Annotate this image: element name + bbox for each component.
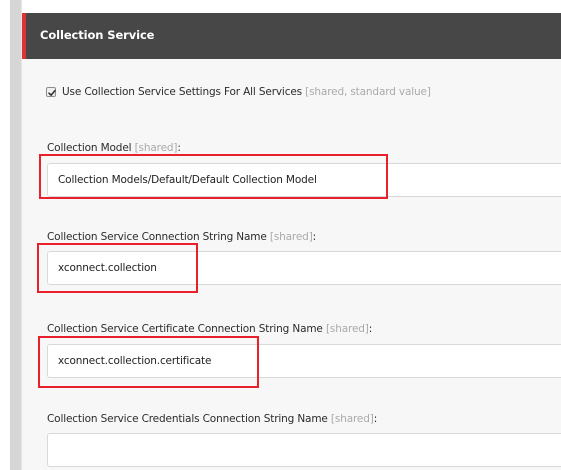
certificate-connection-string-label-row: Collection Service Certificate Connectio… xyxy=(47,317,372,336)
credentials-connection-string-input[interactable] xyxy=(47,433,561,467)
collection-service-section: Collection Service Use Collection Servic… xyxy=(22,13,561,470)
use-collection-settings-row[interactable]: Use Collection Service Settings For All … xyxy=(46,86,431,98)
connection-string-label-row: Collection Service Connection String Nam… xyxy=(47,225,316,244)
section-header[interactable]: Collection Service xyxy=(22,13,561,59)
left-rail xyxy=(10,0,21,470)
use-collection-settings-checkbox[interactable] xyxy=(46,87,56,97)
connection-string-colon: : xyxy=(312,231,317,243)
collection-model-colon: : xyxy=(177,142,181,154)
certificate-connection-string-colon: : xyxy=(368,323,373,335)
use-collection-settings-hint: [shared, standard value] xyxy=(305,86,431,98)
collection-model-label-row: Collection Model [shared]: xyxy=(47,136,181,155)
credentials-connection-string-colon: : xyxy=(373,413,378,425)
section-title: Collection Service xyxy=(40,28,155,42)
connection-string-input[interactable]: xconnect.collection xyxy=(47,251,561,285)
use-collection-settings-label: Use Collection Service Settings For All … xyxy=(62,86,302,98)
credentials-connection-string-hint: [shared] xyxy=(330,413,374,425)
credentials-connection-string-label: Collection Service Credentials Connectio… xyxy=(47,413,328,425)
connection-string-label: Collection Service Connection String Nam… xyxy=(47,231,267,243)
certificate-connection-string-input[interactable]: xconnect.collection.certificate xyxy=(47,344,561,378)
connection-string-hint: [shared] xyxy=(269,231,313,243)
credentials-connection-string-label-row: Collection Service Credentials Connectio… xyxy=(47,407,377,426)
collection-model-hint: [shared] xyxy=(134,142,178,154)
collection-model-input[interactable]: Collection Models/Default/Default Collec… xyxy=(47,163,561,197)
certificate-connection-string-label: Collection Service Certificate Connectio… xyxy=(47,323,323,335)
collection-model-label: Collection Model xyxy=(47,142,132,154)
certificate-connection-string-hint: [shared] xyxy=(325,323,369,335)
checkmark-icon xyxy=(48,89,56,96)
content-editor-page: Collection Service Use Collection Servic… xyxy=(0,0,561,470)
